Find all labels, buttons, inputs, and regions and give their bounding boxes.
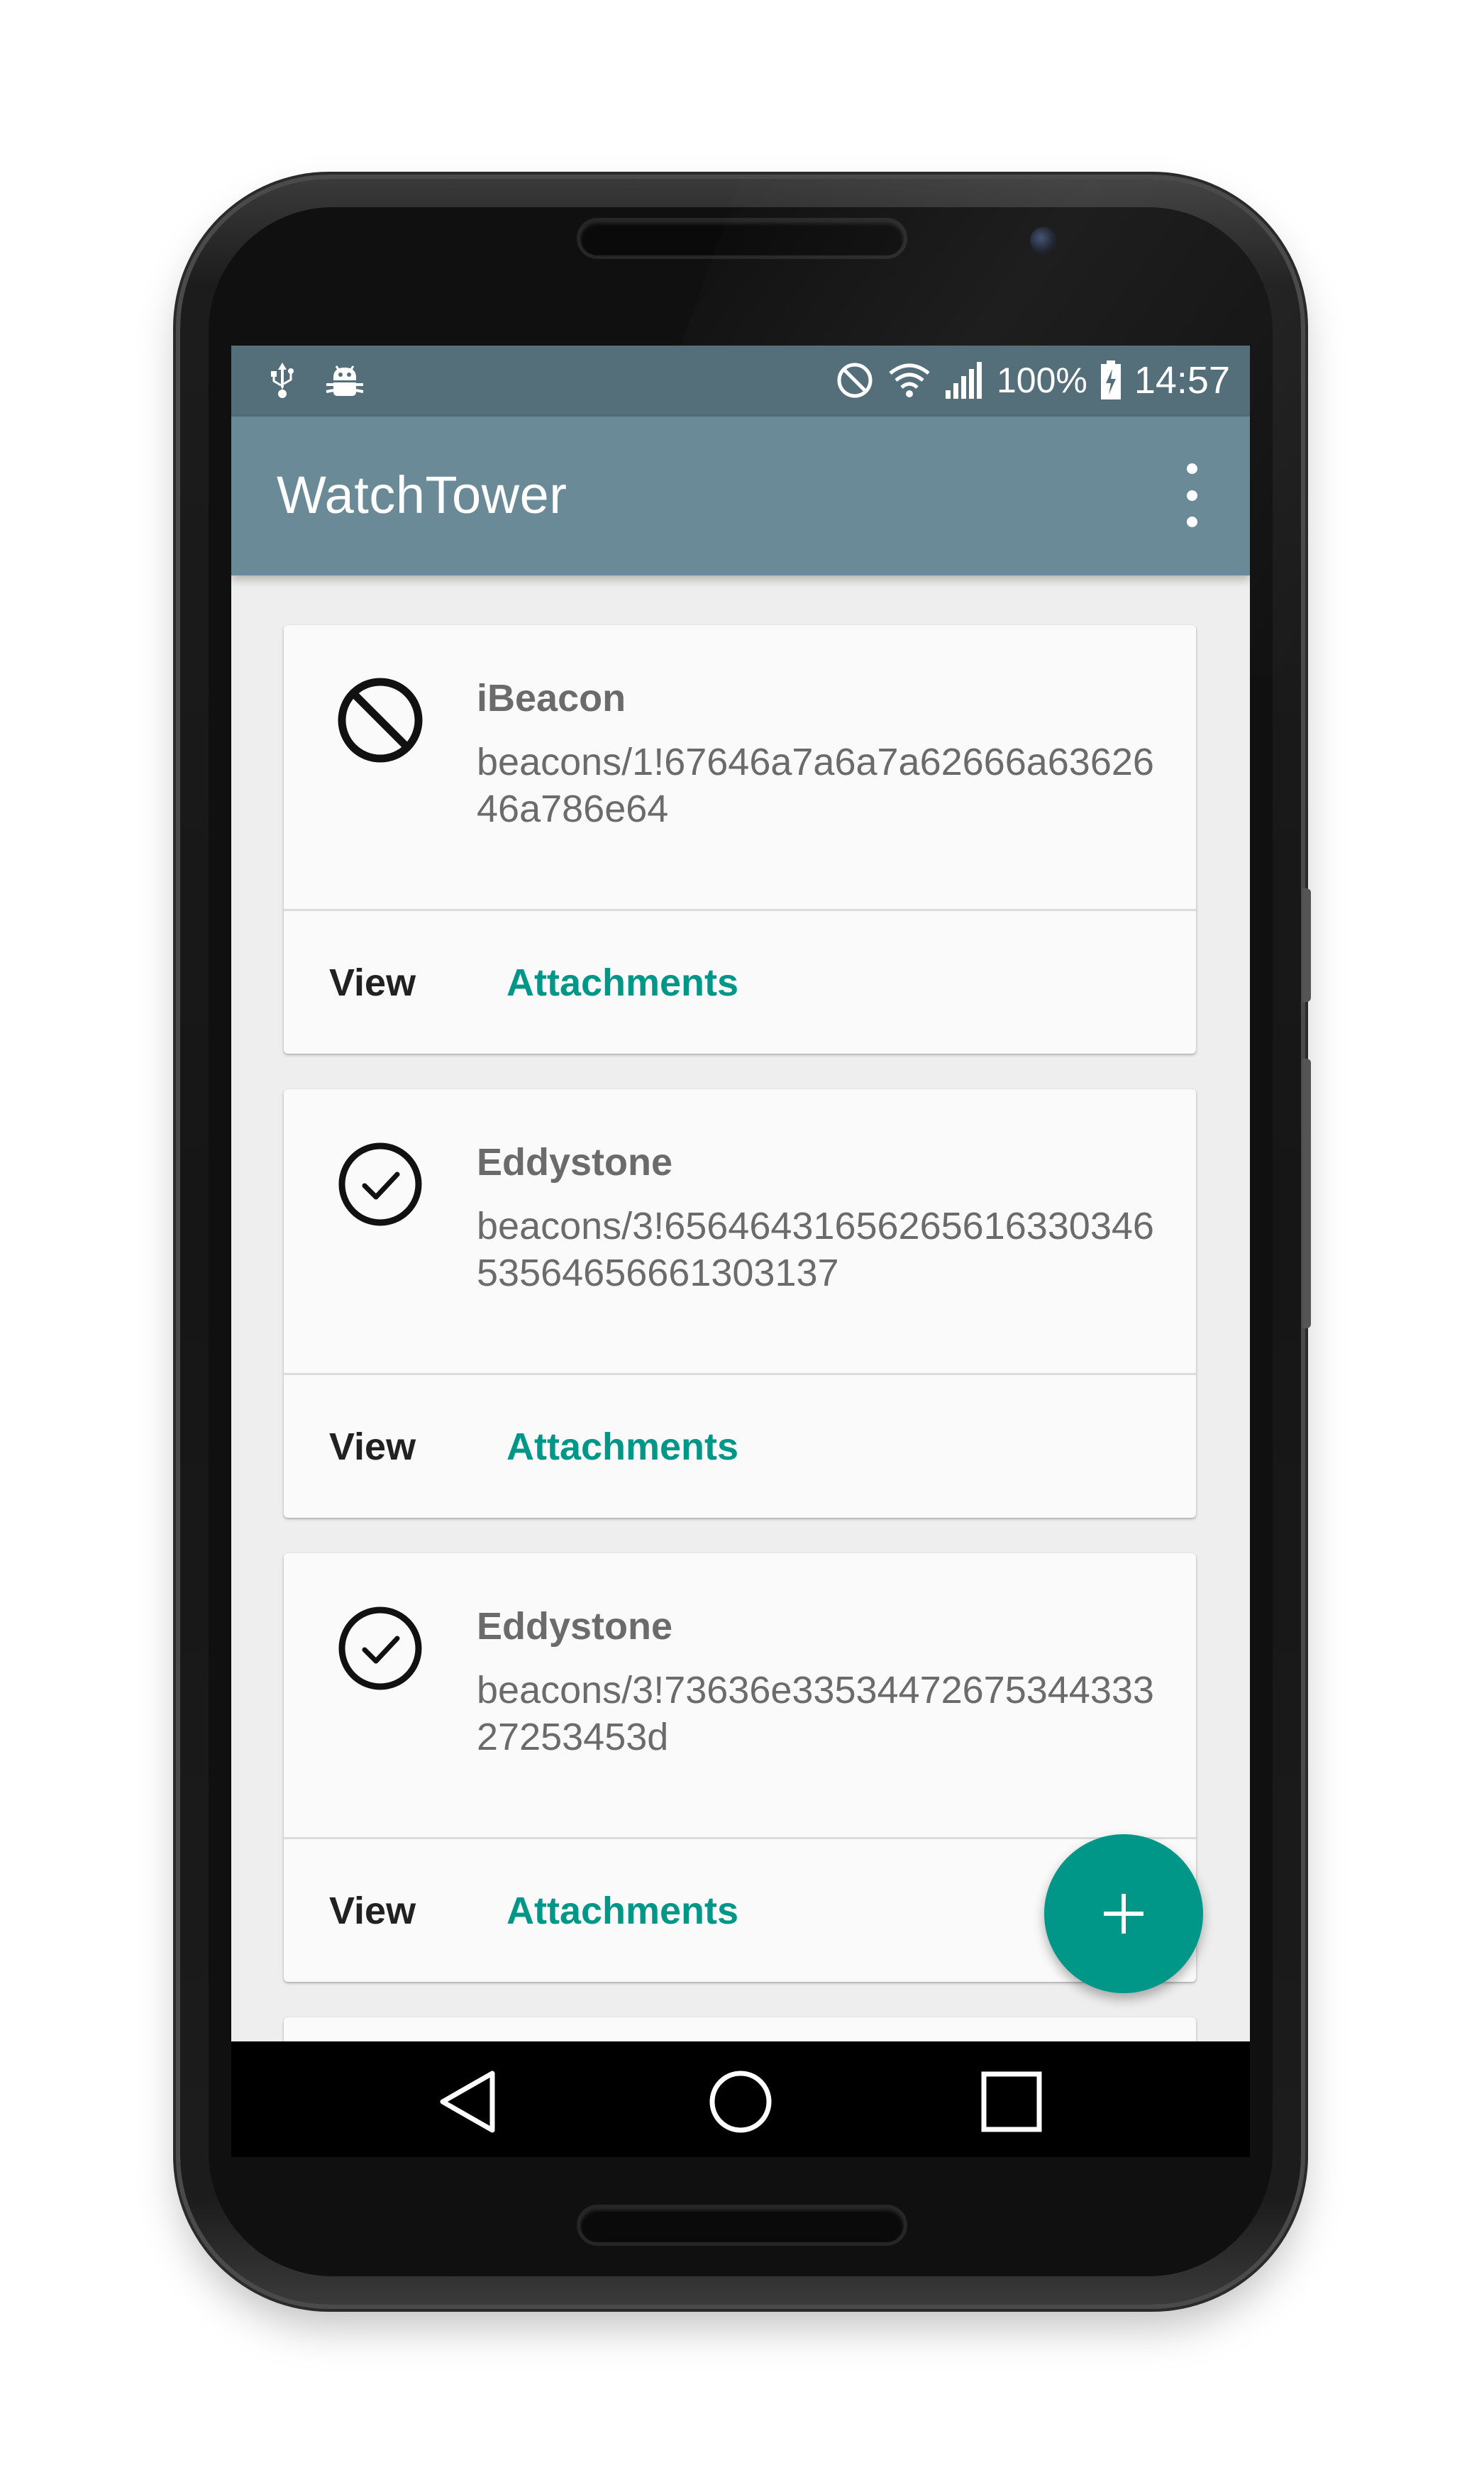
view-button[interactable]: View [329,1889,416,1933]
battery-charging-icon [1100,360,1122,400]
beacon-type: Eddystone [477,1605,673,1648]
beacon-card-body[interactable]: iBeacon beacons/1!67646a7a6a7a62666a6362… [284,625,1196,911]
blocked-icon [336,676,424,764]
recents-icon[interactable] [973,2063,1051,2141]
status-bar: 100% 14:57 [231,346,1250,417]
bottom-speaker [580,2208,904,2242]
device-mockup: 100% 14:57 WatchTower iBeacon beacons/1!… [0,0,1484,2492]
screen: 100% 14:57 WatchTower iBeacon beacons/1!… [231,346,1250,2157]
add-icon [1104,1894,1144,1934]
attachments-button[interactable]: Attachments [506,1889,738,1933]
view-button[interactable]: View [329,1425,416,1469]
attachments-button[interactable]: Attachments [506,961,738,1005]
more-vert-icon[interactable] [1178,463,1206,527]
beacon-list: iBeacon beacons/1!67646a7a6a7a62666a6362… [231,575,1250,2041]
beacon-id: beacons/3!73636e335344726753443332725345… [477,1669,1154,1758]
usb-icon [268,361,297,401]
check-circle-icon [336,1604,424,1692]
front-camera [1030,227,1057,254]
beacon-card-body[interactable]: Eddystone beacons/3!65646431656265616330… [284,1089,1196,1375]
beacon-card: Eddystone beacons/3!65646431656265616330… [284,1089,1196,1518]
debug-icon [325,363,365,399]
beacon-type: Eddystone [477,1141,673,1184]
beacon-type: iBeacon [477,677,626,720]
nav-bar [231,2041,1250,2157]
beacon-id: beacons/3!656464316562656163303465356465… [477,1205,1154,1294]
battery-percent: 100% [996,360,1087,400]
home-icon[interactable] [702,2063,780,2141]
card-actions: View Attachments [284,911,1196,1054]
beacon-id: beacons/1!67646a7a6a7a62666a6362646a786e… [477,741,1154,830]
attachments-button[interactable]: Attachments [506,1425,738,1469]
app-bar: WatchTower [231,417,1250,575]
view-button[interactable]: View [329,961,416,1005]
back-icon[interactable] [428,2063,506,2141]
app-title: WatchTower [277,465,567,524]
beacon-card: iBeacon beacons/1!67646a7a6a7a62666a6362… [284,625,1196,1054]
signal-icon [944,360,984,400]
beacon-card-body[interactable]: Eddystone beacons/3!73636e33534472675344… [284,1553,1196,1839]
dnd-icon [835,360,875,400]
status-time: 14:57 [1134,359,1230,402]
volume-button [1302,888,1311,1002]
top-speaker [580,221,904,255]
wifi-icon [887,362,931,399]
beacon-card-partial[interactable] [284,2017,1196,2041]
check-circle-icon [336,1140,424,1228]
power-button [1302,1059,1311,1328]
add-beacon-button[interactable] [1044,1834,1203,1993]
card-actions: View Attachments [284,1375,1196,1518]
